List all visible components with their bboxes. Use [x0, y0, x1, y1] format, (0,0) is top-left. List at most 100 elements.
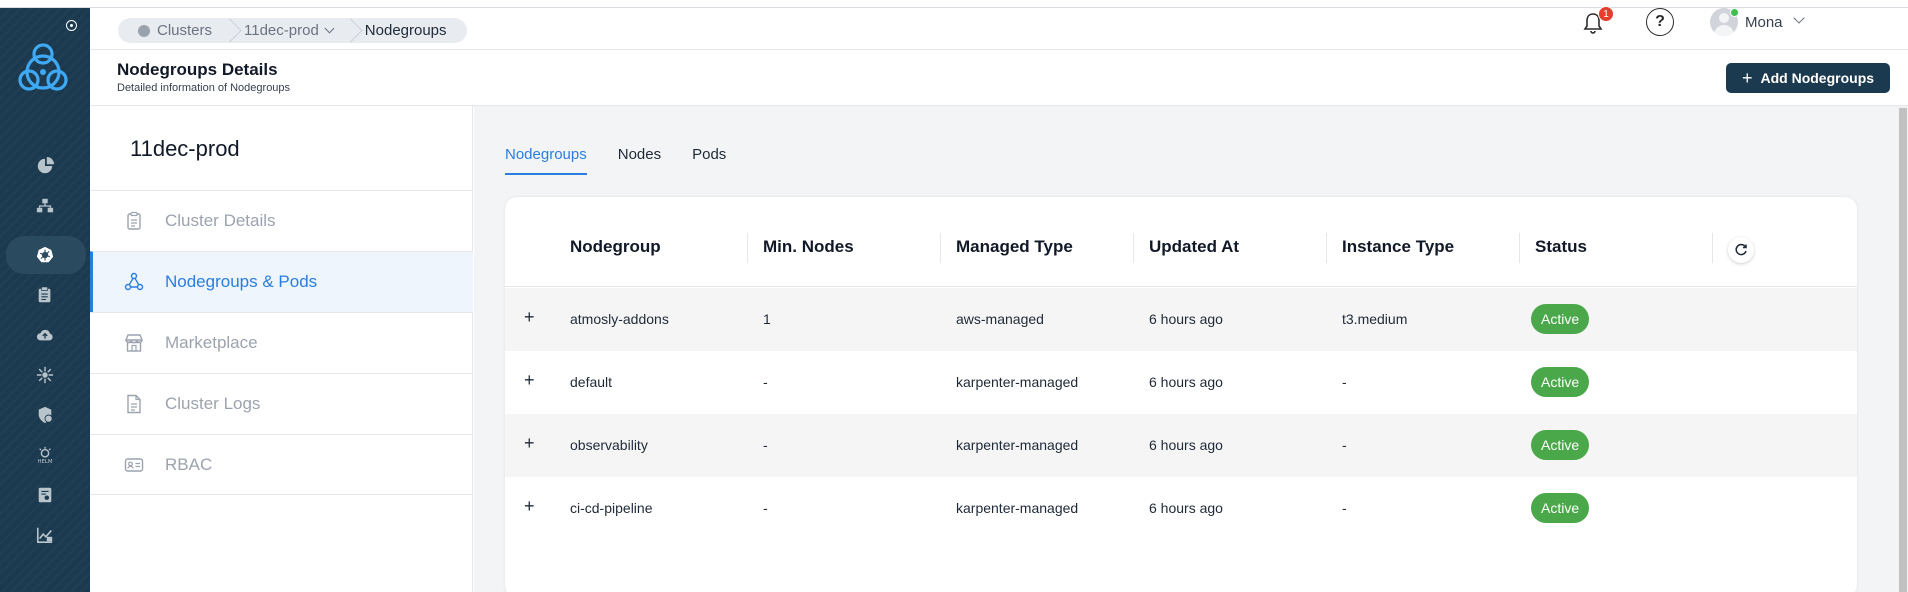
side-item-rbac[interactable]: RBAC	[90, 434, 473, 495]
cell-min-nodes: -	[763, 437, 768, 453]
radio-dot-icon[interactable]	[66, 20, 77, 31]
side-item-marketplace[interactable]: Marketplace	[90, 312, 473, 373]
side-item-label: Marketplace	[165, 333, 258, 352]
tab-pods[interactable]: Pods	[692, 146, 726, 175]
side-item-cluster-details[interactable]: Cluster Details	[90, 190, 473, 251]
table-row: + ci-cd-pipeline - karpenter-managed 6 h…	[505, 477, 1857, 540]
clipboard-icon	[123, 210, 145, 232]
breadcrumb-cluster-label: 11dec-prod	[244, 22, 319, 39]
breadcrumb-separator-icon	[222, 18, 234, 43]
nodes-icon	[123, 271, 145, 293]
atmosly-logo-icon[interactable]	[14, 40, 72, 102]
document-icon	[123, 393, 145, 415]
cell-instance-type: t3.medium	[1342, 311, 1408, 327]
helm-icon[interactable]: HELM	[34, 444, 56, 466]
id-card-icon	[123, 454, 145, 476]
breadcrumb: Clusters 11dec-prod Nodegroups	[118, 18, 467, 43]
shield-check-icon[interactable]	[34, 404, 56, 426]
status-badge: Active	[1531, 430, 1590, 460]
kubernetes-icon[interactable]	[34, 244, 56, 266]
column-header-nodegroup[interactable]: Nodegroup	[570, 237, 661, 257]
cell-managed-type: karpenter-managed	[956, 374, 1079, 390]
breadcrumb-clusters-label: Clusters	[157, 22, 213, 39]
column-header-updated-at[interactable]: Updated At	[1149, 237, 1239, 257]
side-item-label: Cluster Logs	[165, 394, 261, 413]
cell-instance-type: -	[1342, 500, 1347, 516]
breadcrumb-separator-icon	[343, 18, 355, 43]
add-nodegroups-label: Add Nodegroups	[1760, 70, 1875, 86]
report-icon[interactable]	[34, 484, 56, 506]
expand-row-icon[interactable]: +	[524, 433, 535, 454]
dashboard-pie-icon[interactable]	[34, 155, 56, 177]
cell-updated-at: 6 hours ago	[1149, 500, 1223, 516]
table-header: Nodegroup Min. Nodes Managed Type Update…	[505, 197, 1857, 287]
table-row: + observability - karpenter-managed 6 ho…	[505, 414, 1857, 477]
cluster-side-menu: 11dec-prod Cluster Details Nodegroups & …	[90, 106, 473, 592]
side-menu-list: Cluster Details Nodegroups & Pods Market…	[90, 190, 473, 495]
cell-min-nodes: 1	[763, 311, 771, 327]
side-item-label: Nodegroups & Pods	[165, 272, 318, 291]
scrollbar-thumb[interactable]	[1899, 108, 1907, 592]
cluster-icon	[138, 24, 150, 37]
status-badge: Active	[1531, 493, 1590, 523]
app-window: HELM Clusters 11dec-prod Nodegroups 1 ?	[0, 0, 1908, 592]
online-status-icon	[1730, 8, 1739, 17]
status-badge: Active	[1531, 304, 1590, 334]
chevron-down-icon	[324, 23, 335, 34]
help-icon[interactable]: ?	[1646, 8, 1674, 36]
chart-line-icon[interactable]	[34, 524, 56, 546]
cell-managed-type: aws-managed	[956, 311, 1044, 327]
column-header-status[interactable]: Status	[1535, 237, 1587, 257]
column-separator	[940, 233, 941, 263]
cell-updated-at: 6 hours ago	[1149, 311, 1223, 327]
column-separator	[747, 233, 748, 263]
top-header: Clusters 11dec-prod Nodegroups	[90, 8, 1908, 50]
page-title: Nodegroups Details	[117, 60, 278, 79]
cell-nodegroup: atmosly-addons	[570, 311, 669, 327]
column-separator	[1519, 233, 1520, 263]
network-icon[interactable]	[34, 195, 56, 217]
content-tabs: Nodegroups Nodes Pods	[505, 146, 726, 175]
side-item-nodegroups-pods[interactable]: Nodegroups & Pods	[90, 251, 473, 312]
notification-count-badge: 1	[1598, 6, 1614, 22]
tab-nodegroups[interactable]: Nodegroups	[505, 146, 587, 175]
column-header-instance-type[interactable]: Instance Type	[1342, 237, 1454, 257]
gear-network-icon[interactable]	[34, 364, 56, 386]
refresh-icon[interactable]	[1728, 237, 1754, 263]
user-name[interactable]: Mona	[1745, 14, 1783, 31]
svg-text:HELM: HELM	[37, 459, 52, 464]
tab-nodes[interactable]: Nodes	[618, 146, 661, 175]
left-rail: HELM	[0, 8, 90, 592]
side-item-cluster-logs[interactable]: Cluster Logs	[90, 373, 473, 434]
cell-updated-at: 6 hours ago	[1149, 374, 1223, 390]
expand-row-icon[interactable]: +	[524, 496, 535, 517]
add-nodegroups-button[interactable]: + Add Nodegroups	[1726, 63, 1890, 93]
expand-row-icon[interactable]: +	[524, 370, 535, 391]
main-content: Nodegroups Nodes Pods Nodegroup Min. Nod…	[474, 106, 1898, 592]
cell-managed-type: karpenter-managed	[956, 500, 1079, 516]
breadcrumb-nodegroups: Nodegroups	[364, 22, 447, 39]
cell-nodegroup: default	[570, 374, 613, 390]
breadcrumb-clusters[interactable]: Clusters	[128, 18, 222, 43]
column-separator	[1712, 233, 1713, 263]
page-subtitle: Detailed information of Nodegroups	[117, 82, 291, 94]
window-top-border	[0, 0, 1908, 8]
cluster-name: 11dec-prod	[130, 136, 240, 161]
column-header-managed-type[interactable]: Managed Type	[956, 237, 1073, 257]
cell-nodegroup: ci-cd-pipeline	[570, 500, 653, 516]
breadcrumb-cluster-select[interactable]: 11dec-prod	[234, 18, 343, 43]
side-item-label: RBAC	[165, 454, 213, 474]
nodegroups-table: Nodegroup Min. Nodes Managed Type Update…	[505, 197, 1857, 592]
column-header-min-nodes[interactable]: Min. Nodes	[763, 237, 854, 257]
cell-managed-type: karpenter-managed	[956, 437, 1079, 453]
store-icon	[123, 332, 145, 354]
cell-min-nodes: -	[763, 374, 768, 390]
expand-row-icon[interactable]: +	[524, 307, 535, 328]
status-badge: Active	[1531, 367, 1590, 397]
column-separator	[1326, 233, 1327, 263]
clipboard-list-icon[interactable]	[34, 284, 56, 306]
cell-instance-type: -	[1342, 437, 1347, 453]
cell-updated-at: 6 hours ago	[1149, 437, 1223, 453]
cloud-upload-icon[interactable]	[34, 324, 56, 346]
side-item-label: Cluster Details	[165, 211, 276, 230]
